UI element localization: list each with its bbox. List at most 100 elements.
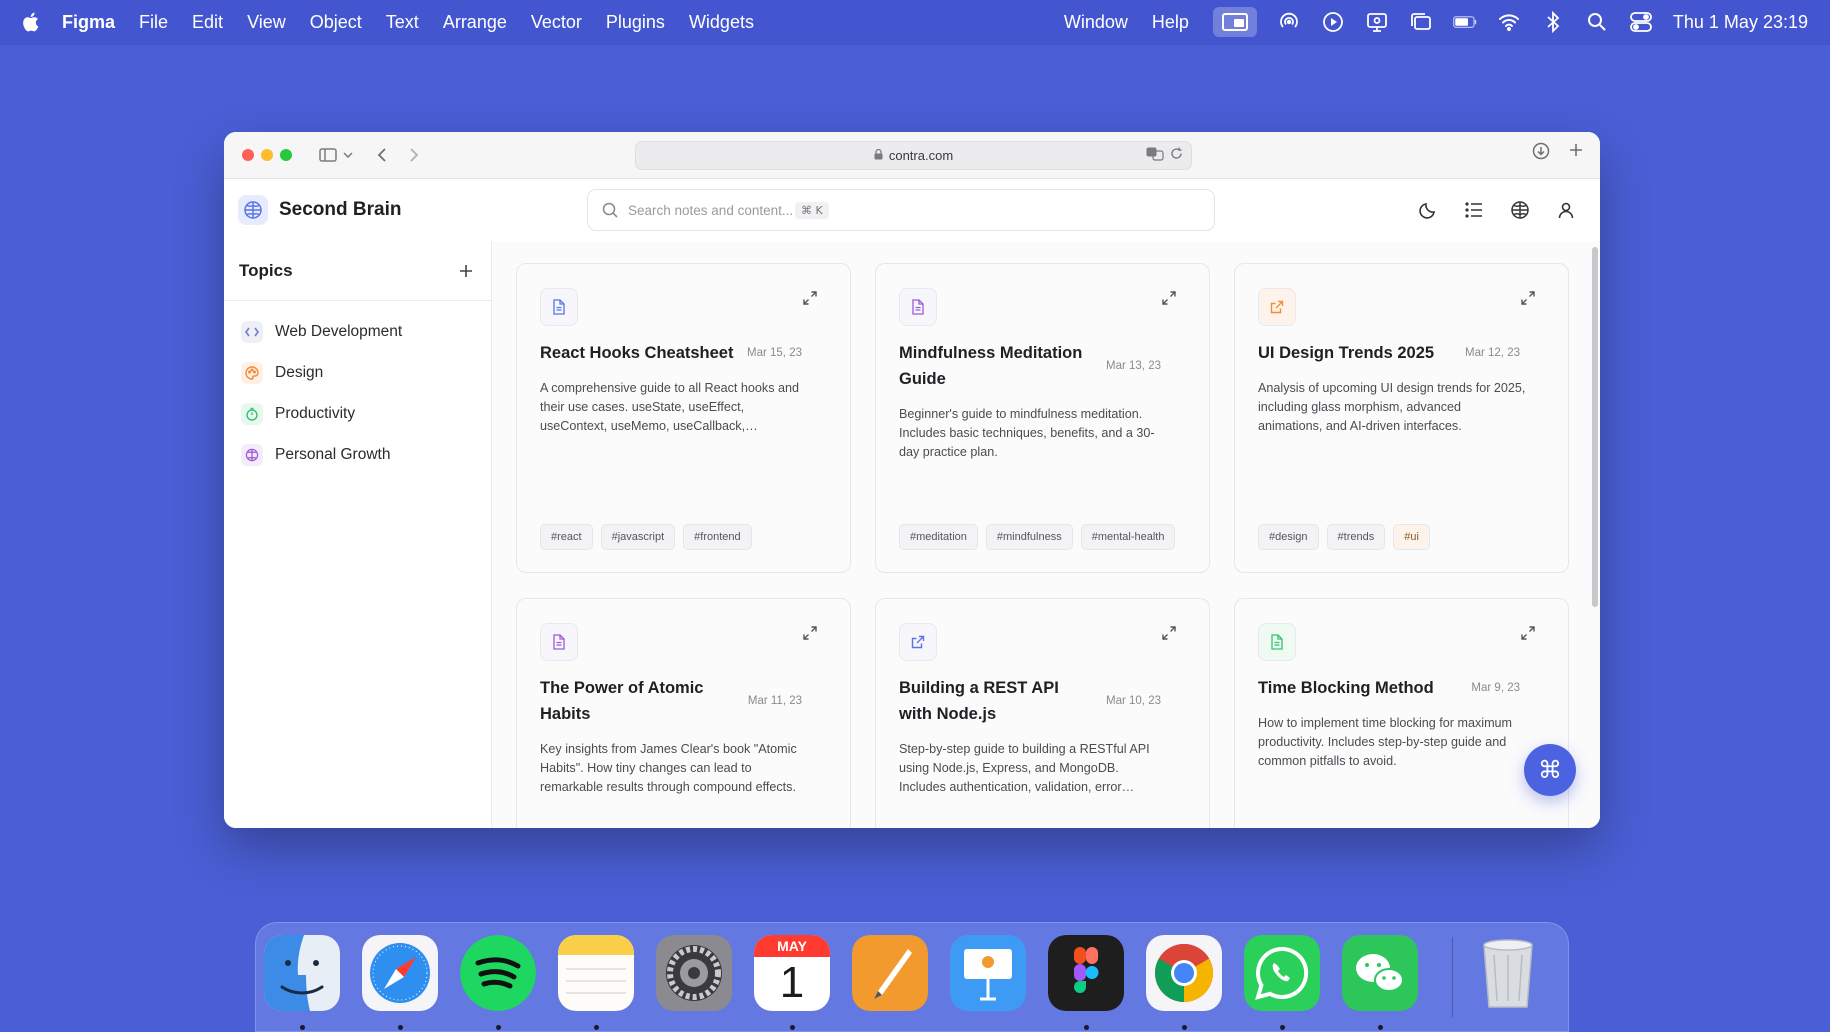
chevron-down-icon[interactable] (341, 142, 355, 168)
back-icon[interactable] (369, 142, 395, 168)
sidebar-item-design[interactable]: Design (224, 352, 491, 393)
tag[interactable]: #mindfulness (985, 524, 1073, 550)
note-card[interactable]: UI Design Trends 2025 Mar 12, 23 Analysi… (1234, 263, 1569, 573)
sidebar-toggle-icon[interactable] (315, 142, 341, 168)
address-bar[interactable]: contra.com (635, 141, 1192, 170)
add-topic-button[interactable] (459, 260, 473, 282)
expand-icon[interactable] (1520, 290, 1538, 308)
tag[interactable]: #meditation (899, 524, 978, 550)
dock: MAY 1 (255, 922, 1569, 1032)
menu-edit[interactable]: Edit (192, 12, 223, 33)
translate-icon[interactable] (1146, 147, 1164, 164)
menu-widgets[interactable]: Widgets (689, 12, 754, 33)
dock-calendar[interactable]: MAY 1 (754, 935, 830, 1011)
dock-pages[interactable] (852, 935, 928, 1011)
menu-text[interactable]: Text (386, 12, 419, 33)
dock-figma[interactable] (1048, 935, 1124, 1011)
dark-mode-toggle-icon[interactable] (1416, 198, 1440, 222)
menu-window[interactable]: Window (1064, 12, 1128, 33)
brain-icon[interactable] (1508, 198, 1532, 222)
sidebar-item-label: Productivity (275, 404, 356, 422)
dock-whatsapp[interactable] (1244, 935, 1320, 1011)
menu-plugins[interactable]: Plugins (606, 12, 665, 33)
brand-name[interactable]: Second Brain (279, 199, 401, 221)
tag[interactable]: #design (1258, 524, 1319, 550)
running-indicator (1378, 1025, 1383, 1030)
sidebar-item-web-development[interactable]: Web Development (224, 311, 491, 352)
dock-wechat[interactable] (1342, 935, 1418, 1011)
running-indicator (496, 1025, 501, 1030)
expand-icon[interactable] (1161, 625, 1179, 643)
dock-chrome[interactable] (1146, 935, 1222, 1011)
scrollbar[interactable] (1592, 247, 1598, 607)
expand-icon[interactable] (802, 290, 820, 308)
note-card[interactable]: The Power of Atomic Habits Mar 11, 23 Ke… (516, 598, 851, 828)
screen-share-icon[interactable] (1212, 7, 1257, 37)
download-icon[interactable] (1532, 142, 1550, 165)
user-profile-icon[interactable] (1554, 198, 1578, 222)
tag[interactable]: #mental-health (1080, 524, 1176, 550)
note-card[interactable]: Building a REST API with Node.js Mar 10,… (875, 598, 1210, 828)
expand-icon[interactable] (1520, 625, 1538, 643)
menu-file[interactable]: File (139, 12, 168, 33)
stage-manager-icon[interactable] (1409, 11, 1433, 33)
apple-logo-icon[interactable] (20, 11, 40, 33)
note-card[interactable]: React Hooks Cheatsheet Mar 15, 23 A comp… (516, 263, 851, 573)
expand-icon[interactable] (802, 625, 820, 643)
bluetooth-icon[interactable] (1541, 11, 1565, 33)
wifi-icon[interactable] (1497, 11, 1521, 33)
tag[interactable]: #ui (1393, 524, 1430, 550)
minimize-window-button[interactable] (261, 149, 273, 161)
menu-app-name[interactable]: Figma (62, 12, 115, 33)
search-bar[interactable]: ⌘ K (587, 189, 1215, 231)
reload-icon[interactable] (1170, 147, 1183, 164)
tag[interactable]: #frontend (683, 524, 752, 550)
dock-system-settings[interactable] (656, 935, 732, 1011)
trash-icon (1483, 939, 1533, 1008)
menu-arrange[interactable]: Arrange (443, 12, 507, 33)
tag[interactable]: #trends (1326, 524, 1386, 550)
list-view-icon[interactable] (1462, 198, 1486, 222)
sidebar-item-personal-growth[interactable]: Personal Growth (224, 434, 491, 475)
settings-gear-icon (656, 935, 732, 1011)
dock-safari[interactable] (362, 935, 438, 1011)
topics-sidebar: Topics Web Development Design Productivi… (224, 241, 492, 828)
sidebar-item-productivity[interactable]: Productivity (224, 393, 491, 434)
command-palette-button[interactable]: ⌘ (1524, 744, 1576, 796)
card-date: Mar 15, 23 (747, 347, 802, 359)
note-card[interactable]: Time Blocking Method Mar 9, 23 How to im… (1234, 598, 1569, 828)
search-input[interactable] (626, 201, 795, 219)
sidebar-item-label: Design (275, 363, 324, 381)
play-icon[interactable] (1321, 11, 1345, 33)
dock-notes[interactable] (558, 935, 634, 1011)
dock-keynote[interactable] (950, 935, 1026, 1011)
new-tab-icon[interactable] (1568, 142, 1584, 165)
notes-grid: React Hooks Cheatsheet Mar 15, 23 A comp… (492, 241, 1600, 828)
dock-trash[interactable] (1470, 935, 1546, 1011)
close-window-button[interactable] (242, 149, 254, 161)
dock-finder[interactable] (264, 935, 340, 1011)
expand-icon[interactable] (1161, 290, 1179, 308)
menubar-clock[interactable]: Thu 1 May 23:19 (1673, 12, 1808, 33)
control-center-icon[interactable] (1629, 11, 1653, 33)
running-indicator (594, 1025, 599, 1030)
tag[interactable]: #javascript (600, 524, 676, 550)
brain-logo-icon[interactable] (238, 195, 268, 225)
document-icon (540, 623, 578, 661)
forward-icon[interactable] (401, 142, 427, 168)
tag[interactable]: #react (540, 524, 593, 550)
menu-vector[interactable]: Vector (531, 12, 582, 33)
airdrop-icon[interactable] (1277, 11, 1301, 33)
spotlight-search-icon[interactable] (1585, 11, 1609, 33)
display-icon[interactable] (1365, 11, 1389, 33)
dock-spotify[interactable] (460, 935, 536, 1011)
battery-icon[interactable] (1453, 11, 1477, 33)
plus-icon (460, 264, 472, 277)
dock-separator (1452, 937, 1453, 1017)
menu-object[interactable]: Object (310, 12, 362, 33)
menu-view[interactable]: View (247, 12, 286, 33)
sidebar-item-label: Web Development (275, 322, 403, 340)
menu-help[interactable]: Help (1152, 12, 1189, 33)
note-card[interactable]: Mindfulness Meditation Guide Mar 13, 23 … (875, 263, 1210, 573)
maximize-window-button[interactable] (280, 149, 292, 161)
